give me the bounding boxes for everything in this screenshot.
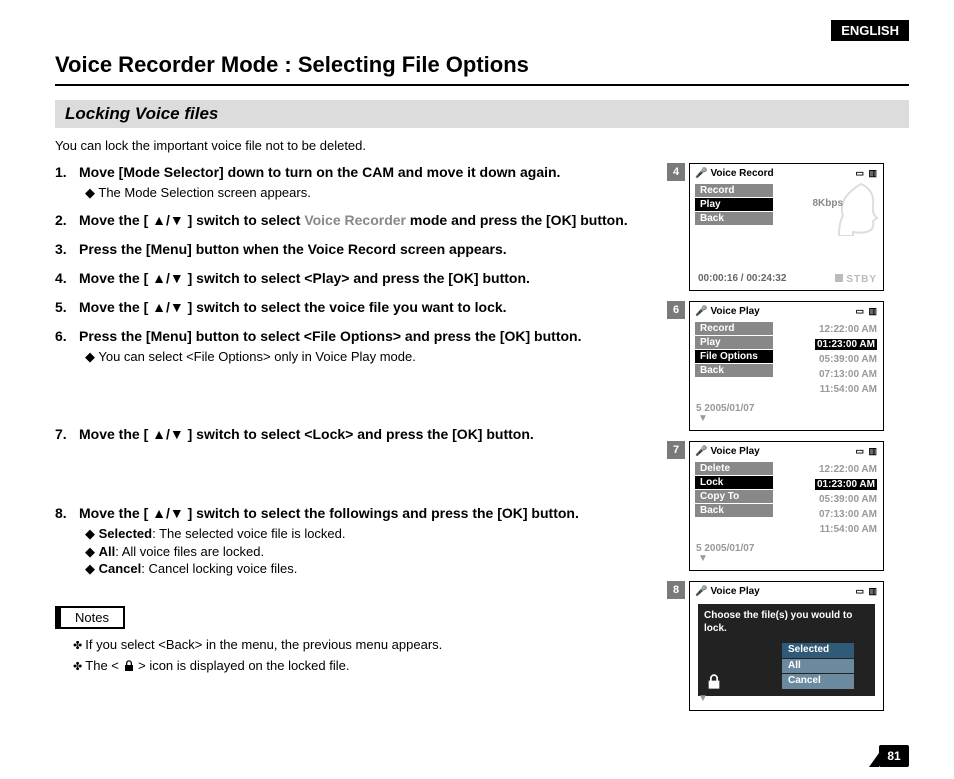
screen-6-wrap: 6 🎤Voice Play ▭ ▥ Record Play File Optio… bbox=[689, 301, 909, 431]
section-title: Locking Voice files bbox=[55, 100, 909, 128]
intro-text: You can lock the important voice file no… bbox=[55, 138, 909, 153]
option-selected[interactable]: Selected bbox=[782, 643, 854, 658]
step-3: 3.Press the [Menu] button when the Voice… bbox=[55, 240, 671, 259]
step-1-sub: The Mode Selection screen appears. bbox=[85, 184, 671, 202]
screen-4-wrap: 4 🎤Voice Record ▭ ▥ 8Kbps Record Play Ba… bbox=[689, 163, 909, 291]
step-1: 1.Move [Mode Selector] down to turn on t… bbox=[55, 163, 671, 201]
menu-item-copy-to[interactable]: Copy To bbox=[695, 490, 773, 503]
status-icons: ▭ ▥ bbox=[855, 586, 878, 597]
screen-4-time: 00:00:16 / 00:24:32 bbox=[698, 273, 786, 284]
screen-7: 🎤Voice Play ▭ ▥ Delete Lock Copy To Back… bbox=[689, 441, 884, 571]
screen-7-bottom: 5 2005/01/07▼ bbox=[696, 543, 754, 562]
screen-6-menu: Record Play File Options Back bbox=[695, 322, 773, 378]
screen-7-times: 12:22:00 AM 01:23:00 AM 05:39:00 AM 07:1… bbox=[782, 462, 877, 537]
step-8: 8.Move the [ ▲/▼ ] switch to select the … bbox=[55, 504, 671, 578]
status-icons: ▭ ▥ bbox=[855, 306, 878, 317]
status-icons: ▭ ▥ bbox=[855, 446, 878, 457]
menu-item-back[interactable]: Back bbox=[695, 212, 773, 225]
screen-7-title: Voice Play bbox=[710, 446, 759, 457]
overlay-text: Choose the file(s) you would to lock. bbox=[704, 610, 869, 635]
menu-item-delete[interactable]: Delete bbox=[695, 462, 773, 475]
screen-4-menu: Record Play Back bbox=[695, 184, 773, 226]
step-8-sub-selected: Selected: The selected voice file is loc… bbox=[85, 525, 671, 543]
language-badge: ENGLISH bbox=[831, 20, 909, 41]
screen-6-title: Voice Play bbox=[710, 306, 759, 317]
screen-4-title: Voice Record bbox=[710, 168, 773, 179]
step-7: 7.Move the [ ▲/▼ ] switch to select <Loc… bbox=[55, 425, 671, 444]
screen-4-stby: STBY bbox=[835, 274, 877, 285]
screen-4-kbps: 8Kbps bbox=[812, 198, 843, 209]
screen-7-menu: Delete Lock Copy To Back bbox=[695, 462, 773, 518]
instructions-column: 1.Move [Mode Selector] down to turn on t… bbox=[55, 163, 671, 721]
note-2: The < > icon is displayed on the locked … bbox=[73, 658, 671, 673]
screen-8-badge: 8 bbox=[667, 581, 685, 599]
title-rule bbox=[55, 84, 909, 86]
mic-icon: 🎤 bbox=[695, 306, 707, 317]
mic-icon: 🎤 bbox=[695, 446, 707, 457]
step-6: 6.Press the [Menu] button to select <Fil… bbox=[55, 327, 671, 365]
mic-icon: 🎤 bbox=[695, 586, 707, 597]
menu-item-back[interactable]: Back bbox=[695, 504, 773, 517]
step-4: 4.Move the [ ▲/▼ ] switch to select <Pla… bbox=[55, 269, 671, 288]
screen-7-badge: 7 bbox=[667, 441, 685, 459]
mic-icon: 🎤 bbox=[695, 168, 707, 179]
menu-item-play[interactable]: Play bbox=[695, 336, 773, 349]
notes-label: Notes bbox=[55, 606, 125, 629]
menu-item-lock[interactable]: Lock bbox=[695, 476, 773, 489]
menu-item-back[interactable]: Back bbox=[695, 364, 773, 377]
option-cancel[interactable]: Cancel bbox=[782, 674, 854, 689]
note-1: If you select <Back> in the menu, the pr… bbox=[73, 637, 671, 652]
option-all[interactable]: All bbox=[782, 659, 854, 674]
menu-item-file-options[interactable]: File Options bbox=[695, 350, 773, 363]
screen-8-bottom: ▼ bbox=[696, 694, 708, 702]
screen-6-times: 12:22:00 AM 01:23:00 AM 05:39:00 AM 07:1… bbox=[782, 322, 877, 397]
lock-icon bbox=[123, 660, 135, 672]
screen-8-title: Voice Play bbox=[710, 586, 759, 597]
screen-8-wrap: 8 🎤Voice Play ▭ ▥ Choose the file(s) you… bbox=[689, 581, 909, 711]
status-icons: ▭ ▥ bbox=[855, 168, 878, 179]
menu-item-play[interactable]: Play bbox=[695, 198, 773, 211]
page-number-badge: 81 bbox=[879, 745, 909, 767]
screen-8: 🎤Voice Play ▭ ▥ Choose the file(s) you w… bbox=[689, 581, 884, 711]
step-2: 2.Move the [ ▲/▼ ] switch to select Voic… bbox=[55, 211, 671, 230]
step-8-sub-cancel: Cancel: Cancel locking voice files. bbox=[85, 560, 671, 578]
step-8-sub-all: All: All voice files are locked. bbox=[85, 543, 671, 561]
overlay-options: Selected All Cancel bbox=[782, 643, 869, 689]
screen-6-bottom: 5 2005/01/07▼ bbox=[696, 403, 754, 422]
page-title: Voice Recorder Mode : Selecting File Opt… bbox=[55, 52, 909, 78]
step-6-sub: You can select <File Options> only in Vo… bbox=[85, 348, 671, 366]
screen-6: 🎤Voice Play ▭ ▥ Record Play File Options… bbox=[689, 301, 884, 431]
screenshots-column: 4 🎤Voice Record ▭ ▥ 8Kbps Record Play Ba… bbox=[689, 163, 909, 721]
screen-7-wrap: 7 🎤Voice Play ▭ ▥ Delete Lock Copy To Ba… bbox=[689, 441, 909, 571]
screen-4-badge: 4 bbox=[667, 163, 685, 181]
menu-item-record[interactable]: Record bbox=[695, 184, 773, 197]
screen-8-overlay: Choose the file(s) you would to lock. Se… bbox=[698, 604, 875, 696]
menu-item-record[interactable]: Record bbox=[695, 322, 773, 335]
step-5: 5.Move the [ ▲/▼ ] switch to select the … bbox=[55, 298, 671, 317]
screen-4: 🎤Voice Record ▭ ▥ 8Kbps Record Play Back… bbox=[689, 163, 884, 291]
screen-6-badge: 6 bbox=[667, 301, 685, 319]
lock-icon bbox=[706, 674, 722, 690]
